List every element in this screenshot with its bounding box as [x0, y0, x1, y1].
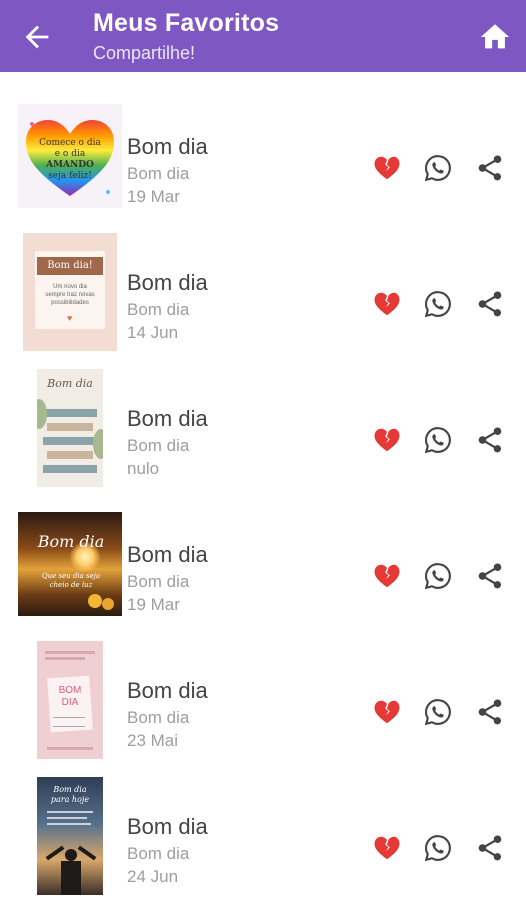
- remove-favorite-button[interactable]: [367, 420, 407, 460]
- thumbnail[interactable]: Comece o dia e o dia AMANDO seja feliz!: [18, 100, 122, 212]
- share-button[interactable]: [470, 556, 510, 596]
- whatsapp-icon: [424, 835, 451, 862]
- item-text: Bom dia Bom dia nulo: [127, 360, 357, 496]
- thumb-caption: Bom dia: [53, 785, 87, 794]
- list-item[interactable]: BOM DIA Bom dia Bom dia 23 Mai: [0, 632, 526, 768]
- item-subtitle: Bom dia: [127, 844, 190, 863]
- thumb-caption: cheio de luz: [49, 581, 93, 589]
- item-title: Bom dia: [127, 270, 208, 295]
- share-button[interactable]: [470, 692, 510, 732]
- whatsapp-icon: [424, 699, 451, 726]
- remove-favorite-button[interactable]: [367, 556, 407, 596]
- thumbnail[interactable]: Bom dia Que seu dia seja cheio de luz: [18, 508, 122, 620]
- whatsapp-icon: [424, 155, 451, 182]
- whatsapp-share-button[interactable]: [418, 284, 458, 324]
- thumb-caption: para hoje: [50, 795, 90, 804]
- item-date: 19 Mar: [127, 595, 180, 614]
- favorites-list: Comece o dia e o dia AMANDO seja feliz! …: [0, 72, 526, 900]
- share-icon: [478, 291, 502, 317]
- share-button[interactable]: [470, 284, 510, 324]
- item-subtitle: Bom dia: [127, 300, 190, 319]
- thumb-caption: Que seu dia seja: [41, 572, 101, 580]
- item-subtitle: Bom dia: [127, 436, 190, 455]
- item-date: 23 Mai: [127, 731, 179, 750]
- page-subtitle: Compartilhe!: [93, 43, 196, 63]
- thumb-caption: Bom dia: [47, 377, 93, 390]
- item-title: Bom dia: [127, 134, 208, 159]
- item-subtitle: Bom dia: [127, 708, 190, 727]
- whatsapp-share-button[interactable]: [418, 556, 458, 596]
- thumb-caption: seja feliz!: [48, 171, 92, 181]
- item-title: Bom dia: [127, 814, 208, 839]
- thumbnail[interactable]: Bom dia! Um novo dia sempre traz novas p…: [18, 233, 122, 351]
- whatsapp-share-button[interactable]: [418, 420, 458, 460]
- item-text: Bom dia Bom dia 19 Mar: [127, 496, 357, 632]
- item-title: Bom dia: [127, 678, 208, 703]
- share-button[interactable]: [470, 420, 510, 460]
- item-date: 19 Mar: [127, 187, 180, 206]
- share-icon: [478, 155, 502, 181]
- home-icon: [480, 24, 510, 49]
- item-text: Bom dia Bom dia 23 Mai: [127, 632, 357, 768]
- whatsapp-icon: [424, 291, 451, 318]
- whatsapp-share-button[interactable]: [418, 692, 458, 732]
- list-item[interactable]: Bom dia! Um novo dia sempre traz novas p…: [0, 224, 526, 360]
- thumb-caption: Bom dia: [37, 532, 105, 551]
- item-subtitle: Bom dia: [127, 572, 190, 591]
- broken-heart-icon: [374, 292, 400, 316]
- list-item[interactable]: Bom dia Que seu dia seja cheio de luz Bo…: [0, 496, 526, 632]
- list-item[interactable]: Comece o dia e o dia AMANDO seja feliz! …: [0, 88, 526, 224]
- arrow-back-icon: [25, 25, 49, 49]
- broken-heart-icon: [374, 428, 400, 452]
- app-bar: Meus Favoritos Compartilhe!: [0, 0, 526, 72]
- whatsapp-icon: [424, 563, 451, 590]
- whatsapp-share-button[interactable]: [418, 828, 458, 868]
- share-icon: [478, 699, 502, 725]
- thumb-caption: possibilidades: [51, 300, 89, 306]
- item-date: nulo: [127, 459, 160, 478]
- whatsapp-icon: [424, 427, 451, 454]
- broken-heart-icon: [374, 156, 400, 180]
- item-title: Bom dia: [127, 406, 208, 431]
- item-subtitle: Bom dia: [127, 164, 190, 183]
- item-text: Bom dia Bom dia 14 Jun: [127, 224, 357, 360]
- home-button[interactable]: [478, 20, 512, 54]
- broken-heart-icon: [374, 836, 400, 860]
- thumb-caption: e o dia: [54, 149, 86, 159]
- page-title: Meus Favoritos: [93, 9, 280, 37]
- share-button[interactable]: [470, 148, 510, 188]
- broken-heart-icon: [374, 700, 400, 724]
- thumb-caption: Bom dia!: [37, 257, 103, 275]
- whatsapp-share-button[interactable]: [418, 148, 458, 188]
- remove-favorite-button[interactable]: [367, 828, 407, 868]
- remove-favorite-button[interactable]: [367, 284, 407, 324]
- remove-favorite-button[interactable]: [367, 148, 407, 188]
- share-icon: [478, 835, 502, 861]
- item-text: Bom dia Bom dia 19 Mar: [127, 88, 357, 224]
- thumb-caption: BOM: [58, 685, 82, 696]
- thumb-caption: DIA: [61, 697, 79, 708]
- thumb-caption: Comece o dia: [39, 138, 101, 148]
- thumb-caption: Um novo dia: [53, 284, 87, 290]
- broken-heart-icon: [374, 564, 400, 588]
- list-item[interactable]: Bom dia para hoje Bom dia Bom dia 24 Jun: [0, 768, 526, 904]
- thumbnail[interactable]: Bom dia: [18, 369, 122, 487]
- thumb-caption: sempre traz novas: [45, 292, 95, 298]
- remove-favorite-button[interactable]: [367, 692, 407, 732]
- share-icon: [478, 427, 502, 453]
- share-icon: [478, 563, 502, 589]
- thumbnail[interactable]: Bom dia para hoje: [18, 777, 122, 895]
- item-date: 24 Jun: [127, 867, 179, 886]
- thumbnail[interactable]: BOM DIA: [18, 641, 122, 759]
- item-text: Bom dia Bom dia 24 Jun: [127, 768, 357, 904]
- thumb-caption: AMANDO: [46, 160, 94, 170]
- back-button[interactable]: [20, 20, 54, 54]
- item-title: Bom dia: [127, 542, 208, 567]
- share-button[interactable]: [470, 828, 510, 868]
- list-item[interactable]: Bom dia Bom dia Bom dia nulo: [0, 360, 526, 496]
- item-date: 14 Jun: [127, 323, 179, 342]
